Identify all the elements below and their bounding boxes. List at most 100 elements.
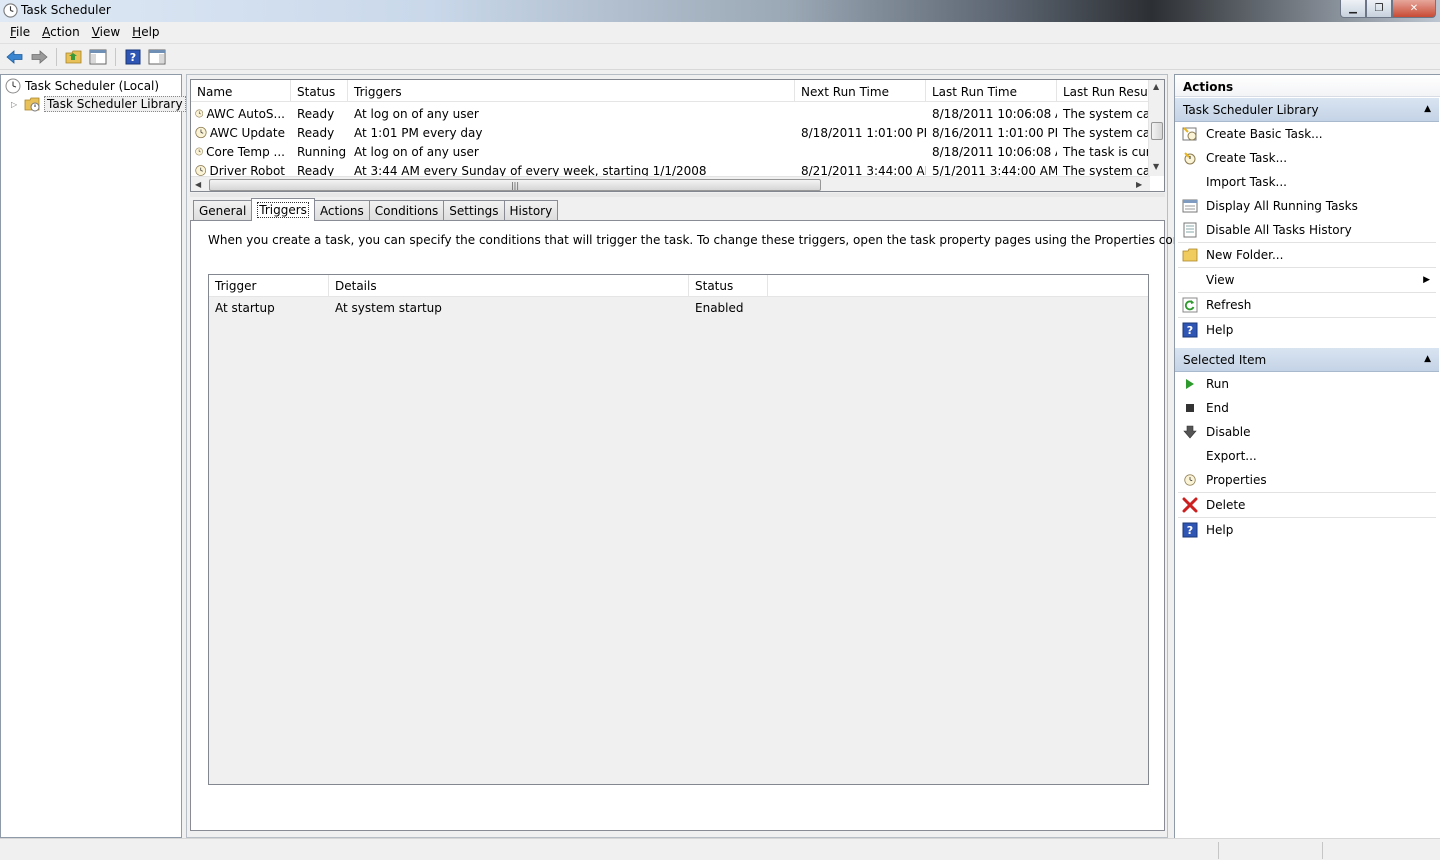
column-header-trigger[interactable]: Trigger xyxy=(209,275,329,297)
action-help-selected[interactable]: ? Help xyxy=(1178,518,1436,542)
section-header-task-scheduler-library[interactable]: Task Scheduler Library ▲ xyxy=(1175,98,1439,122)
triggers-description: When you create a task, you can specify … xyxy=(208,233,1223,247)
center-pane: Name Status Triggers Next Run Time Last … xyxy=(186,74,1223,838)
task-clock-icon xyxy=(195,147,203,156)
task-detail-tabs: General Triggers Actions Conditions Sett… xyxy=(193,198,559,221)
scroll-right-arrow-icon[interactable]: ▶ xyxy=(1136,180,1142,189)
task-row[interactable]: Core Temp ... Running At log on of any u… xyxy=(191,142,1151,161)
run-icon xyxy=(1182,376,1198,392)
minimize-button[interactable]: ▁ xyxy=(1340,0,1366,18)
close-button[interactable]: ✕ xyxy=(1392,0,1436,18)
column-header-status[interactable]: Status xyxy=(689,275,768,297)
vertical-scroll-thumb[interactable] xyxy=(1151,122,1163,140)
scroll-down-arrow-icon[interactable]: ▼ xyxy=(1153,162,1159,171)
tree-item-label: Task Scheduler (Local) xyxy=(25,79,160,93)
action-view[interactable]: View ▶ xyxy=(1178,268,1436,292)
tree-item-label: Task Scheduler Library xyxy=(44,96,186,112)
horizontal-scroll-thumb[interactable]: ||| xyxy=(209,179,821,191)
triggers-grid-header: Trigger Details Status xyxy=(209,275,1148,297)
window-title: Task Scheduler xyxy=(21,3,111,17)
tree-item-library[interactable]: ▷ Task Scheduler Library xyxy=(11,95,186,113)
pane-splitter[interactable] xyxy=(190,193,1165,197)
task-clock-icon xyxy=(195,126,207,139)
title-bar: Task Scheduler ▁ ❐ ✕ xyxy=(0,0,1440,22)
action-display-all-running-tasks[interactable]: Display All Running Tasks xyxy=(1178,194,1436,218)
action-delete[interactable]: Delete xyxy=(1178,493,1436,517)
action-run[interactable]: Run xyxy=(1178,372,1436,396)
running-tasks-icon xyxy=(1182,198,1198,214)
column-header-status[interactable]: Status xyxy=(291,80,348,102)
task-list-vertical-scrollbar[interactable]: ▲ ▼ xyxy=(1148,80,1164,176)
forward-icon[interactable] xyxy=(28,46,50,68)
end-icon xyxy=(1182,400,1198,416)
clock-icon xyxy=(5,78,21,94)
tab-settings[interactable]: Settings xyxy=(443,200,505,221)
action-properties[interactable]: Properties xyxy=(1178,468,1436,492)
collapse-arrow-icon[interactable]: ▲ xyxy=(1424,104,1431,121)
column-header-details[interactable]: Details xyxy=(329,275,689,297)
tab-history[interactable]: History xyxy=(503,200,559,221)
task-list-header: Name Status Triggers Next Run Time Last … xyxy=(191,80,1151,102)
help-icon[interactable]: ? xyxy=(122,46,144,68)
task-list-horizontal-scrollbar[interactable]: ◀ ||| ▶ xyxy=(191,176,1150,191)
column-header-triggers[interactable]: Triggers xyxy=(348,80,795,102)
action-create-task[interactable]: Create Task... xyxy=(1178,146,1436,170)
triggers-grid: Trigger Details Status At startup At sys… xyxy=(208,274,1149,785)
back-icon[interactable] xyxy=(4,46,26,68)
task-clock-icon xyxy=(195,109,204,118)
show-hide-action-pane-icon[interactable] xyxy=(146,46,168,68)
help-icon: ? xyxy=(1182,322,1198,338)
tasks-history-icon xyxy=(1182,222,1198,238)
scroll-up-arrow-icon[interactable]: ▲ xyxy=(1153,82,1159,91)
tab-conditions[interactable]: Conditions xyxy=(368,200,445,221)
console-tree: Task Scheduler (Local) ▷ Task Scheduler … xyxy=(0,74,186,838)
collapse-arrow-icon[interactable]: ▲ xyxy=(1424,354,1431,371)
import-task-icon xyxy=(1182,174,1198,190)
svg-text:?: ? xyxy=(130,51,136,64)
maximize-button[interactable]: ❐ xyxy=(1366,0,1392,18)
tree-item-local[interactable]: Task Scheduler (Local) xyxy=(5,77,159,95)
actions-pane: Actions Task Scheduler Library ▲ Create … xyxy=(1174,74,1440,838)
column-header-last-run-result[interactable]: Last Run Result xyxy=(1057,80,1151,102)
create-task-icon xyxy=(1182,150,1198,166)
menu-help[interactable]: Help xyxy=(126,22,165,43)
column-header-next-run-time[interactable]: Next Run Time xyxy=(795,80,926,102)
trigger-row[interactable]: At startup At system startup Enabled xyxy=(209,298,768,318)
action-disable[interactable]: Disable xyxy=(1178,420,1436,444)
task-row[interactable]: AWC Update Ready At 1:01 PM every day 8/… xyxy=(191,123,1151,142)
task-list: Name Status Triggers Next Run Time Last … xyxy=(190,79,1165,192)
scroll-left-arrow-icon[interactable]: ◀ xyxy=(195,180,201,189)
refresh-icon xyxy=(1182,297,1198,313)
action-import-task[interactable]: Import Task... xyxy=(1178,170,1436,194)
triggers-tab-panel: When you create a task, you can specify … xyxy=(190,220,1223,831)
svg-text:?: ? xyxy=(1187,524,1193,537)
action-new-folder[interactable]: New Folder... xyxy=(1178,243,1436,267)
column-header-name[interactable]: Name xyxy=(191,80,291,102)
column-header-last-run-time[interactable]: Last Run Time xyxy=(926,80,1057,102)
action-end[interactable]: End xyxy=(1178,396,1436,420)
action-export[interactable]: Export... xyxy=(1178,444,1436,468)
status-bar xyxy=(0,838,1440,860)
disable-arrow-icon xyxy=(1182,424,1198,440)
expand-arrow-icon[interactable]: ▷ xyxy=(11,100,20,109)
menu-view[interactable]: View xyxy=(86,22,126,43)
action-create-basic-task[interactable]: Create Basic Task... xyxy=(1178,122,1436,146)
submenu-arrow-icon: ▶ xyxy=(1423,275,1430,285)
new-folder-icon xyxy=(1182,247,1198,263)
menu-bar: File Action View Help xyxy=(0,22,1440,44)
properties-clock-icon xyxy=(1182,472,1198,488)
tab-general[interactable]: General xyxy=(193,200,253,221)
task-scheduler-clock-icon xyxy=(3,3,18,18)
up-folder-icon[interactable] xyxy=(63,46,85,68)
action-refresh[interactable]: Refresh xyxy=(1178,293,1436,317)
view-icon xyxy=(1182,272,1198,288)
action-disable-all-tasks-history[interactable]: Disable All Tasks History xyxy=(1178,218,1436,242)
menu-action[interactable]: Action xyxy=(36,22,86,43)
task-row[interactable]: AWC AutoS... Ready At log on of any user… xyxy=(191,104,1151,123)
show-hide-console-tree-icon[interactable] xyxy=(87,46,109,68)
action-help-library[interactable]: ? Help xyxy=(1178,318,1436,342)
menu-file[interactable]: File xyxy=(4,22,36,43)
section-header-selected-item[interactable]: Selected Item ▲ xyxy=(1175,348,1439,372)
tab-actions[interactable]: Actions xyxy=(313,200,370,221)
tab-triggers[interactable]: Triggers xyxy=(251,198,315,221)
